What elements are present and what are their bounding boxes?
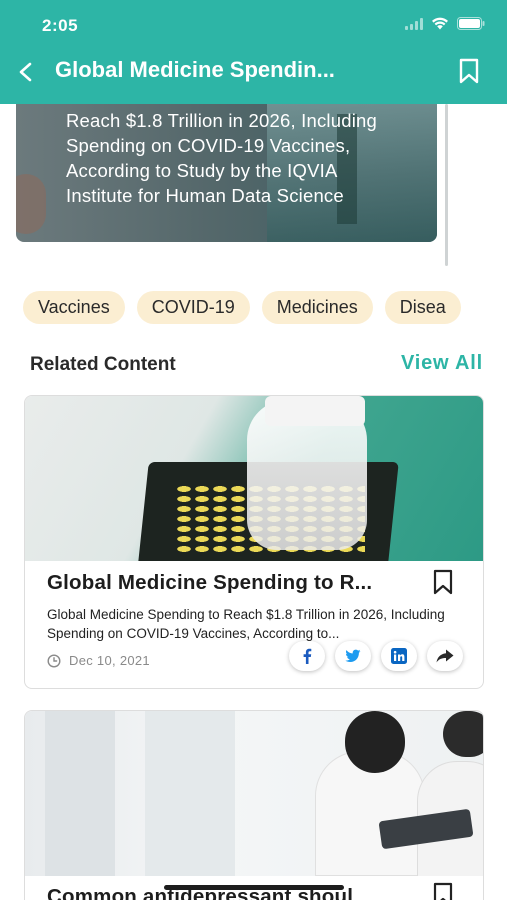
glove-cuff: [265, 396, 365, 426]
cellular-signal-icon: [405, 17, 423, 30]
card-bookmark-button[interactable]: [429, 567, 457, 597]
nav-bar: Global Medicine Spendin...: [0, 48, 507, 96]
linkedin-icon: [391, 648, 407, 664]
card-date: Dec 10, 2021: [69, 653, 150, 668]
card-date-row: Dec 10, 2021: [47, 653, 150, 668]
background-window: [45, 711, 115, 876]
twitter-share-button[interactable]: [335, 641, 371, 671]
doctor-head: [443, 711, 483, 757]
linkedin-share-button[interactable]: [381, 641, 417, 671]
card-image: [25, 711, 483, 876]
share-button[interactable]: [427, 641, 463, 671]
page-title: Global Medicine Spendin...: [55, 57, 335, 82]
card-bookmark-button[interactable]: [429, 880, 457, 900]
tag-list: Vaccines COVID-19 Medicines Disea: [23, 291, 507, 325]
bookmark-icon: [459, 58, 479, 84]
chevron-left-icon: [19, 62, 32, 82]
card-title: Global Medicine Spending to R...: [47, 571, 373, 594]
tag-chip[interactable]: COVID-19: [136, 291, 250, 324]
status-bar: 2:05: [0, 0, 507, 48]
home-indicator: [164, 885, 344, 890]
view-all-link[interactable]: View All: [401, 352, 483, 375]
facebook-icon: [303, 648, 312, 664]
content-card[interactable]: Global Medicine Spending to R... Global …: [24, 395, 484, 689]
background-window: [145, 711, 235, 876]
hero-hand: [16, 174, 46, 234]
tag-chip[interactable]: Vaccines: [23, 291, 125, 324]
content-card[interactable]: Common antidepressant shoul: [24, 710, 484, 900]
carousel-scrollbar[interactable]: [445, 104, 448, 266]
bookmark-icon: [433, 882, 453, 900]
app-header: 2:05 Global Medicine Spendin...: [0, 0, 507, 104]
hero-headline: Reach $1.8 Trillion in 2026, Including S…: [66, 110, 377, 206]
hero-image-card[interactable]: Reach $1.8 Trillion in 2026, Including S…: [16, 104, 437, 242]
clock-icon: [47, 653, 61, 668]
bookmark-icon: [433, 569, 453, 595]
status-time: 2:05: [42, 16, 79, 35]
back-button[interactable]: [8, 54, 44, 90]
battery-icon: [457, 17, 485, 30]
facebook-share-button[interactable]: [289, 641, 325, 671]
share-buttons: [289, 641, 463, 671]
doctor-head: [345, 711, 405, 773]
twitter-icon: [345, 649, 361, 662]
wifi-icon: [431, 17, 449, 30]
card-description: Global Medicine Spending to Reach $1.8 T…: [47, 607, 445, 641]
share-arrow-icon: [436, 649, 454, 663]
status-icons: [405, 17, 485, 30]
bookmark-button[interactable]: [453, 55, 485, 87]
related-content-heading: Related Content: [30, 354, 176, 375]
card-image: [25, 396, 483, 561]
tag-chip[interactable]: Medicines: [261, 291, 373, 324]
tag-chip[interactable]: Disea: [384, 291, 461, 324]
